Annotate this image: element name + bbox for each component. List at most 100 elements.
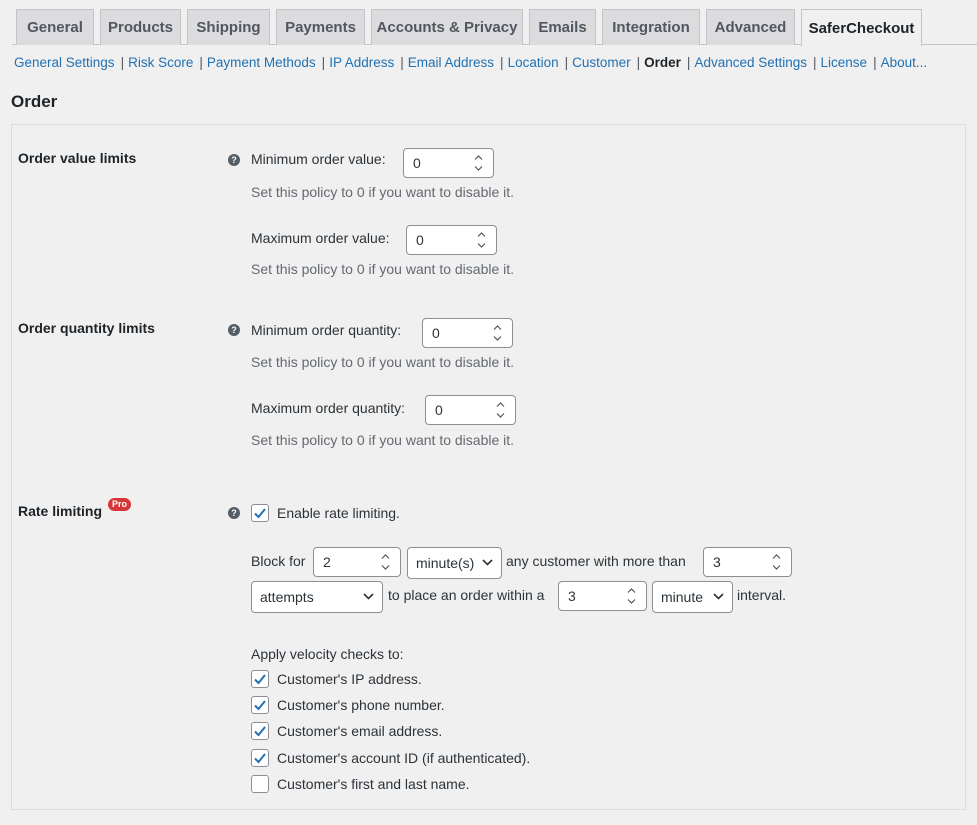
check-phone-number-label: Customer's phone number. [277,697,445,713]
spinner-icon[interactable] [476,232,486,248]
tab-products[interactable]: Products [100,9,181,45]
subnav-separator: | [564,55,569,70]
attempts-type-value: attempts [260,589,314,605]
max-order-quantity-hint: Set this policy to 0 if you want to disa… [251,432,515,448]
subnav-separator: | [636,55,641,70]
check-full-name-label: Customer's first and last name. [277,776,470,792]
chevron-down-icon [713,593,724,600]
checkmark-icon [254,726,266,737]
block-unit-value: minute(s) [416,555,475,571]
subnav-payment-methods[interactable]: Payment Methods [207,55,316,70]
checkmark-icon [254,700,266,711]
chevron-down-icon [482,559,493,566]
min-order-quantity-input[interactable]: 0 [422,318,513,348]
min-order-quantity-hint: Set this policy to 0 if you want to disa… [251,354,515,370]
enable-rate-limiting-label: Enable rate limiting. [277,505,400,521]
subnav-separator: | [400,55,404,70]
block-for-text: Block for [251,553,306,569]
subnav-risk-score[interactable]: Risk Score [128,55,193,70]
attempts-count-input[interactable]: 3 [703,547,792,577]
enable-rate-limiting-checkbox[interactable] [251,504,269,522]
check-ip-address-checkbox[interactable] [251,670,269,688]
velocity-checks-title: Apply velocity checks to: [251,646,404,662]
tab-accounts-privacy[interactable]: Accounts & Privacy [371,9,523,45]
interval-length-value: 3 [568,588,576,604]
check-email-address-label: Customer's email address. [277,723,443,739]
max-order-quantity-label: Maximum order quantity: [251,400,406,416]
spinner-icon[interactable] [380,554,390,570]
interval-unit-select[interactable]: minute [652,581,733,613]
tab-integration[interactable]: Integration [602,9,700,45]
tab-payments[interactable]: Payments [276,9,365,45]
subnav-separator: | [813,55,817,70]
min-order-value: 0 [413,155,421,171]
subnav-separator: | [873,55,877,70]
any-customer-text: any customer with more than [506,553,686,569]
max-order-quantity-input[interactable]: 0 [425,395,516,425]
tab-advanced[interactable]: Advanced [706,9,795,45]
checkmark-icon [254,674,266,685]
check-email-address-checkbox[interactable] [251,722,269,740]
check-account-id-label: Customer's account ID (if authenticated)… [277,750,531,766]
max-order-value-label: Maximum order value: [251,230,390,246]
check-phone-number-checkbox[interactable] [251,696,269,714]
subnav-customer[interactable]: Customer [572,55,631,70]
min-order-quantity-label: Minimum order quantity: [251,322,402,338]
pro-badge: Pro [108,498,132,511]
subnav-about[interactable]: About... [881,55,928,70]
spinner-icon[interactable] [473,155,483,171]
subnav-separator: | [199,55,203,70]
min-order-value-hint: Set this policy to 0 if you want to disa… [251,184,515,200]
rate-limiting-label: Rate limiting [18,503,103,519]
subnav-separator: | [120,55,125,70]
min-order-value-label: Minimum order value: [251,151,386,167]
spinner-icon[interactable] [492,325,502,341]
place-order-text: to place an order within a [388,587,545,603]
spinner-icon[interactable] [495,402,505,418]
subnav-license[interactable]: License [821,55,868,70]
block-unit-select[interactable]: minute(s) [407,547,502,579]
checkmark-icon [254,753,266,764]
tab-shipping[interactable]: Shipping [187,9,270,45]
page-title: Order [11,92,58,111]
attempts-count-value: 3 [713,554,721,570]
block-duration-input[interactable]: 2 [313,547,401,577]
max-order-quantity: 0 [435,402,443,418]
spinner-icon[interactable] [626,588,636,604]
subnav-separator: | [500,55,504,70]
order-value-limits-label: Order value limits [18,150,137,166]
check-ip-address-label: Customer's IP address. [277,671,422,687]
spinner-icon[interactable] [771,554,781,570]
min-order-value-input[interactable]: 0 [403,148,494,178]
subnav-order-current: Order [644,55,681,70]
block-duration-value: 2 [323,554,331,570]
tab-emails[interactable]: Emails [529,9,596,45]
tab-safercheckout[interactable]: SaferCheckout [801,9,922,46]
max-order-value-input[interactable]: 0 [406,225,497,255]
min-order-quantity: 0 [432,325,440,341]
help-icon[interactable]: ? [228,324,240,336]
interval-text: interval. [737,587,787,603]
subnav-email-address[interactable]: Email Address [408,55,494,70]
subnav-general-settings[interactable]: General Settings [14,55,115,70]
nav-tab-wrapper: General Products Shipping Payments Accou… [0,0,977,46]
subnav-separator: | [321,55,326,70]
interval-unit-value: minute [661,589,704,605]
attempts-type-select[interactable]: attempts [251,581,383,613]
order-quantity-limits-label: Order quantity limits [18,320,155,336]
checkmark-icon [254,508,266,519]
check-account-id-checkbox[interactable] [251,749,269,767]
interval-length-input[interactable]: 3 [558,581,647,611]
max-order-value: 0 [416,232,424,248]
help-icon[interactable]: ? [228,154,240,166]
help-icon[interactable]: ? [228,507,240,519]
chevron-down-icon [363,593,374,600]
subnav-separator: | [686,55,691,70]
settings-panel: Order value limits ? Minimum order value… [11,124,966,810]
subnav-location[interactable]: Location [508,55,559,70]
subnav-advanced-settings[interactable]: Advanced Settings [694,55,807,70]
tab-general[interactable]: General [16,9,94,45]
max-order-value-hint: Set this policy to 0 if you want to disa… [251,261,515,277]
check-full-name-checkbox[interactable] [251,775,269,793]
subnav-ip-address[interactable]: IP Address [329,55,394,70]
